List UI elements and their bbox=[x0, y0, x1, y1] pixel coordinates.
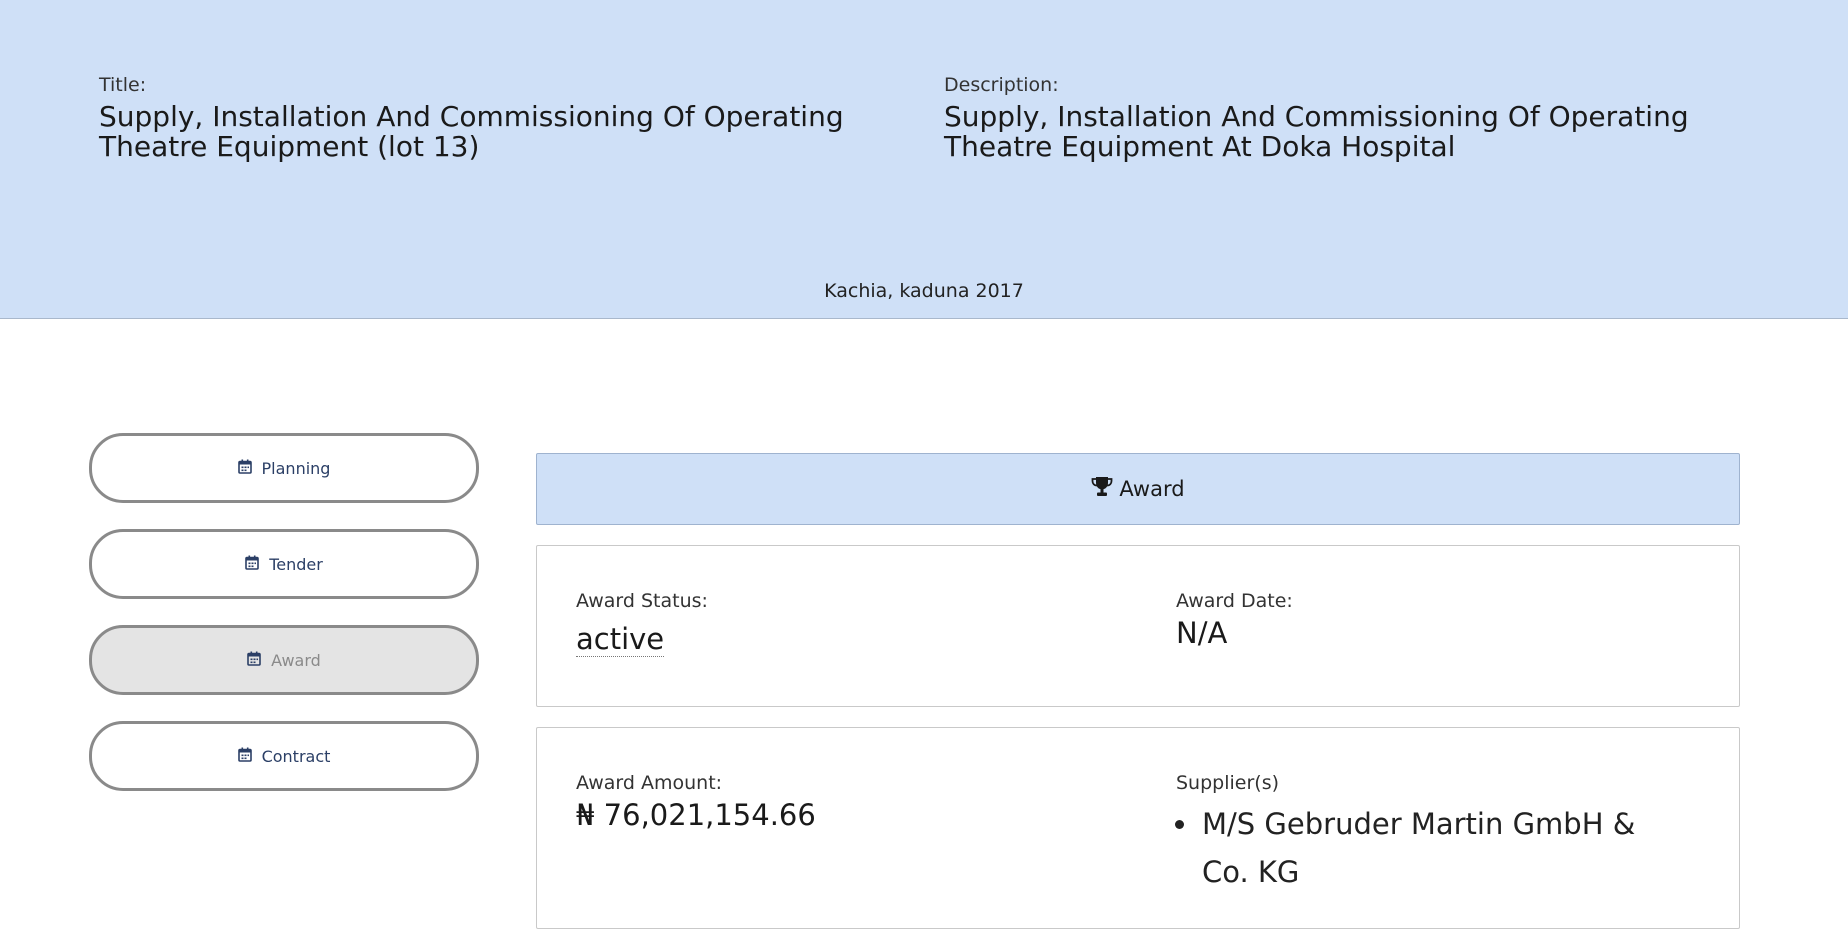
nav-contract-button[interactable]: Contract bbox=[89, 721, 479, 791]
nav-planning-label: Planning bbox=[261, 458, 331, 478]
suppliers-field: Supplier(s) M/S Gebruder Martin GmbH & C… bbox=[1176, 772, 1680, 896]
calendar-icon bbox=[245, 555, 259, 574]
award-date-label: Award Date: bbox=[1176, 590, 1293, 612]
award-panel-header: Award bbox=[536, 453, 1740, 525]
award-status-label: Award Status: bbox=[576, 590, 708, 612]
nav-award-button[interactable]: Award bbox=[89, 625, 479, 695]
calendar-icon bbox=[237, 747, 252, 766]
calendar-icon bbox=[237, 459, 252, 478]
suppliers-list: M/S Gebruder Martin GmbH & Co. KG bbox=[1176, 800, 1680, 896]
project-location: Kachia, kaduna 2017 bbox=[824, 280, 1024, 302]
description-block: Description: Supply, Installation And Co… bbox=[944, 74, 1764, 162]
nav-planning-button[interactable]: Planning bbox=[89, 433, 479, 503]
title-label: Title: bbox=[99, 74, 147, 96]
supplier-item: M/S Gebruder Martin GmbH & Co. KG bbox=[1200, 800, 1680, 896]
title-block: Title: Supply, Installation And Commissi… bbox=[99, 74, 919, 162]
nav-contract-label: Contract bbox=[261, 746, 331, 766]
project-description: Supply, Installation And Commissioning O… bbox=[944, 100, 1689, 163]
award-status-value[interactable]: active bbox=[576, 622, 665, 657]
trophy-icon bbox=[1091, 476, 1113, 502]
nav-tender-button[interactable]: Tender bbox=[89, 529, 479, 599]
calendar-icon bbox=[247, 651, 261, 670]
project-title: Supply, Installation And Commissioning O… bbox=[99, 100, 844, 163]
award-date-field: Award Date: N/A bbox=[1176, 590, 1293, 650]
award-amount-card: Award Amount: ₦ 76,021,154.66 Supplier(s… bbox=[536, 727, 1740, 929]
award-date-value: N/A bbox=[1176, 616, 1228, 650]
description-label: Description: bbox=[944, 74, 1059, 96]
stage-nav: Planning Tender Award Contract bbox=[89, 433, 479, 817]
project-header: Title: Supply, Installation And Commissi… bbox=[0, 0, 1848, 319]
award-panel-title: Award bbox=[1119, 477, 1185, 501]
nav-award-label: Award bbox=[271, 650, 321, 670]
award-status-field: Award Status: active bbox=[576, 590, 708, 657]
award-amount-label: Award Amount: bbox=[576, 772, 723, 794]
suppliers-label: Supplier(s) bbox=[1176, 772, 1280, 794]
nav-tender-label: Tender bbox=[269, 554, 323, 574]
award-amount-value: ₦ 76,021,154.66 bbox=[576, 798, 816, 832]
award-amount-field: Award Amount: ₦ 76,021,154.66 bbox=[576, 772, 816, 832]
award-status-card: Award Status: active Award Date: N/A bbox=[536, 545, 1740, 707]
